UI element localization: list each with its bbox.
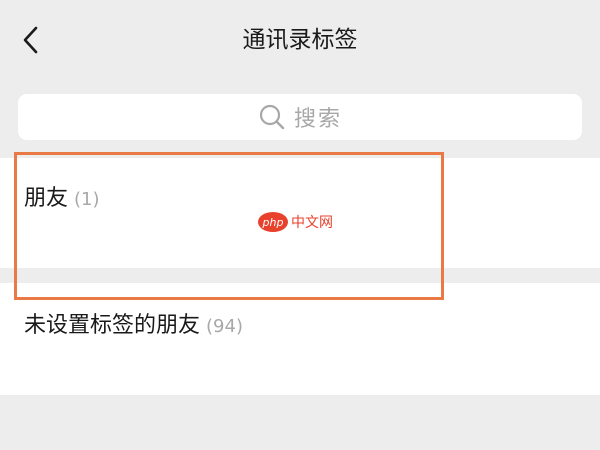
- nav-bar: 通讯录标签: [0, 0, 600, 80]
- tag-count: (1): [74, 189, 100, 210]
- tag-row-untagged-text: 未设置标签的朋友 (94): [24, 307, 243, 339]
- watermark-text: 中文网: [291, 215, 333, 231]
- tag-label: 未设置标签的朋友: [24, 313, 201, 338]
- page-title: 通讯录标签: [242, 27, 358, 53]
- tag-label: 朋友: [24, 186, 69, 211]
- search-placeholder: 搜索: [293, 107, 342, 132]
- tag-row-friends-text: 朋友 (1): [24, 180, 100, 212]
- watermark-logo: php: [258, 212, 288, 232]
- search-icon: [258, 103, 286, 131]
- watermark: php 中文网: [258, 212, 333, 232]
- search-input[interactable]: 搜索: [18, 94, 582, 140]
- tag-row-untagged[interactable]: [0, 283, 600, 395]
- tag-count: (94): [206, 316, 243, 337]
